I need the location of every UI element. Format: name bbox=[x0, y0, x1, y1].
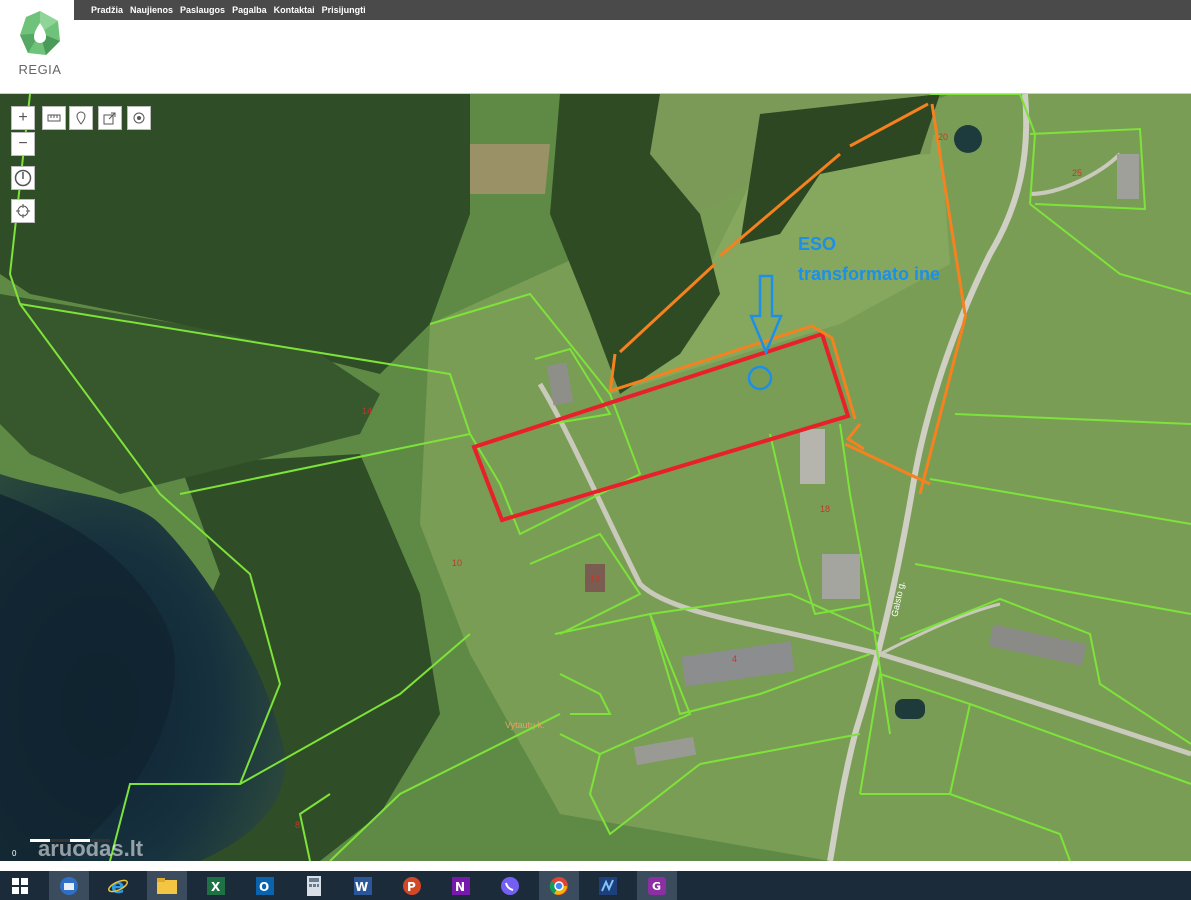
taskbar-pdf-app[interactable]: G bbox=[637, 871, 677, 900]
start-button[interactable] bbox=[0, 871, 40, 900]
svg-text:e: e bbox=[111, 875, 125, 897]
svg-text:W: W bbox=[355, 880, 368, 894]
word-icon: W bbox=[354, 876, 372, 895]
target-icon bbox=[133, 112, 145, 124]
taskbar-powerpoint[interactable]: P bbox=[392, 871, 432, 900]
parcel-number: 10 bbox=[452, 558, 463, 568]
share-button[interactable] bbox=[98, 106, 122, 130]
taskbar-viber[interactable] bbox=[490, 871, 530, 900]
locate-me-button[interactable] bbox=[11, 199, 35, 223]
nav-item-paslaugos[interactable]: Paslaugos bbox=[180, 5, 225, 15]
taskbar-chrome[interactable] bbox=[539, 871, 579, 900]
chrome-icon bbox=[549, 876, 568, 895]
zoom-in-button[interactable]: + bbox=[11, 106, 35, 130]
parcel-number: 8 bbox=[295, 820, 301, 830]
spacer bbox=[0, 861, 1191, 871]
svg-text:G: G bbox=[652, 880, 661, 893]
compass-icon bbox=[14, 169, 32, 187]
taskbar-onenote[interactable]: N bbox=[441, 871, 481, 900]
main-nav: Pradžia Naujienos Paslaugos Pagalba Kont… bbox=[84, 0, 366, 20]
taskbar-excel[interactable]: X bbox=[196, 871, 236, 900]
nav-item-kontaktai[interactable]: Kontaktai bbox=[274, 5, 315, 15]
taskbar-calculator[interactable] bbox=[294, 871, 334, 900]
nav-item-naujienos[interactable]: Naujienos bbox=[130, 5, 173, 15]
nav-item-pradzia[interactable]: Pradžia bbox=[91, 5, 123, 15]
folder-icon bbox=[157, 877, 177, 894]
internet-explorer-icon: e bbox=[108, 875, 128, 897]
pdf-app-icon: G bbox=[648, 876, 666, 895]
share-icon bbox=[103, 112, 116, 125]
windows-icon bbox=[12, 877, 28, 894]
top-navigation-bar: Pradžia Naujienos Paslaugos Pagalba Kont… bbox=[0, 0, 1191, 20]
transformer-annotation-label: transformato ine bbox=[798, 264, 941, 284]
nav-item-pagalba[interactable]: Pagalba bbox=[232, 5, 267, 15]
map-viewport[interactable]: ESO transformato ine 20 25 14 10 12 18 4… bbox=[0, 94, 1191, 861]
nav-item-prisijungti[interactable]: Prisijungti bbox=[322, 5, 366, 15]
compass-button[interactable] bbox=[11, 166, 35, 190]
onenote-icon: N bbox=[452, 876, 470, 895]
target-button[interactable] bbox=[127, 106, 151, 130]
svg-text:N: N bbox=[455, 880, 465, 894]
svg-text:X: X bbox=[211, 880, 221, 894]
taskbar-file-explorer[interactable] bbox=[147, 871, 187, 900]
taskbar-word[interactable]: W bbox=[343, 871, 383, 900]
eso-annotation-label: ESO bbox=[798, 234, 837, 254]
parcel-number: 4 bbox=[732, 654, 738, 664]
powerpoint-icon: P bbox=[403, 876, 421, 895]
map-pin-icon bbox=[76, 111, 86, 125]
scale-bar bbox=[30, 839, 110, 842]
taskbar-thunderbird[interactable] bbox=[49, 871, 89, 900]
excel-icon: X bbox=[207, 876, 225, 895]
measure-button[interactable] bbox=[42, 106, 66, 130]
village-label: Vytautų k. bbox=[505, 720, 545, 730]
header bbox=[0, 20, 1191, 94]
satellite-map bbox=[0, 94, 1191, 861]
taskbar-internet-explorer[interactable]: e bbox=[98, 871, 138, 900]
plus-icon: + bbox=[18, 109, 28, 126]
audio-app-icon bbox=[599, 876, 617, 895]
svg-text:P: P bbox=[407, 880, 416, 894]
minus-icon: − bbox=[18, 135, 28, 152]
location-pin-button[interactable] bbox=[69, 106, 93, 130]
zoom-out-button[interactable]: − bbox=[11, 132, 35, 156]
svg-text:O: O bbox=[259, 880, 269, 894]
taskbar-outlook[interactable]: O bbox=[245, 871, 285, 900]
crosshair-icon bbox=[16, 204, 30, 218]
regia-logo-icon bbox=[20, 11, 60, 55]
parcel-number: 18 bbox=[820, 504, 831, 514]
logo-text: REGIA bbox=[18, 62, 62, 77]
thunderbird-icon bbox=[60, 876, 78, 895]
viber-icon bbox=[501, 876, 519, 895]
logo-link[interactable]: REGIA bbox=[0, 0, 74, 93]
parcel-number: 12 bbox=[590, 574, 601, 584]
scale-bar-label: 0 bbox=[12, 849, 17, 858]
parcel-number: 20 bbox=[938, 132, 949, 142]
windows-taskbar: e X O W P N G bbox=[0, 871, 1191, 900]
ruler-icon bbox=[47, 114, 61, 122]
parcel-number: 14 bbox=[362, 406, 373, 416]
calculator-icon bbox=[307, 875, 321, 896]
parcel-number: 25 bbox=[1072, 168, 1083, 178]
taskbar-audio-app[interactable] bbox=[588, 871, 628, 900]
outlook-icon: O bbox=[256, 876, 274, 895]
